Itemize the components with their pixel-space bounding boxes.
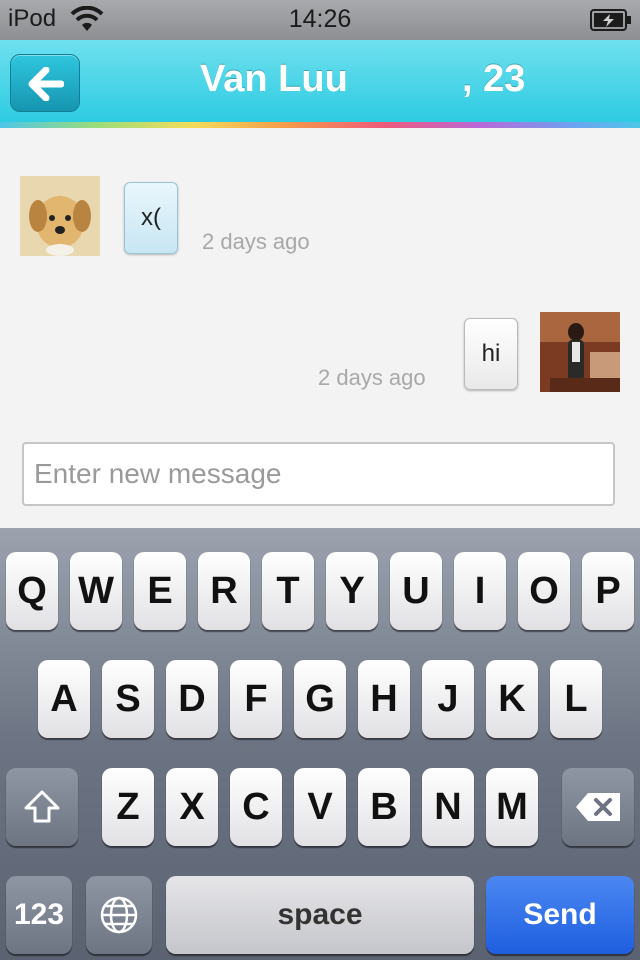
key-s[interactable]: S (102, 660, 154, 738)
key-t[interactable]: T (262, 552, 314, 630)
key-k[interactable]: K (486, 660, 538, 738)
key-x[interactable]: X (166, 768, 218, 846)
key-c[interactable]: C (230, 768, 282, 846)
key-r[interactable]: R (198, 552, 250, 630)
globe-icon (100, 896, 138, 934)
key-e[interactable]: E (134, 552, 186, 630)
space-key[interactable]: space (166, 876, 474, 954)
arrow-left-icon (28, 67, 64, 101)
message-text: hi (481, 340, 501, 367)
user-photo (540, 312, 620, 392)
shift-key[interactable] (6, 768, 78, 846)
key-z[interactable]: Z (102, 768, 154, 846)
key-d[interactable]: D (166, 660, 218, 738)
key-u[interactable]: U (390, 552, 442, 630)
message-text: x( (141, 204, 161, 231)
keyboard: Q W E R T Y U I O P A S D F G H J K L Z … (0, 528, 640, 960)
battery-charging-icon (590, 8, 632, 37)
key-i[interactable]: I (454, 552, 506, 630)
send-button[interactable]: Send (486, 876, 634, 954)
puppy-photo (20, 176, 100, 256)
key-f[interactable]: F (230, 660, 282, 738)
key-l[interactable]: L (550, 660, 602, 738)
key-w[interactable]: W (70, 552, 122, 630)
key-o[interactable]: O (518, 552, 570, 630)
globe-key[interactable] (86, 876, 152, 954)
backspace-icon (576, 793, 620, 821)
back-button[interactable] (10, 54, 80, 112)
key-h[interactable]: H (358, 660, 410, 738)
contact-avatar[interactable] (20, 176, 100, 256)
numbers-key[interactable]: 123 (6, 876, 72, 954)
outgoing-message-bubble[interactable]: hi (464, 318, 518, 390)
nav-bar: Van Luu , 23 (0, 40, 640, 122)
user-avatar[interactable] (540, 312, 620, 392)
message-timestamp: 2 days ago (318, 365, 426, 390)
shift-icon (24, 790, 60, 823)
key-v[interactable]: V (294, 768, 346, 846)
key-j[interactable]: J (422, 660, 474, 738)
key-a[interactable]: A (38, 660, 90, 738)
conversation-age: , 23 (462, 58, 526, 100)
chat-area[interactable]: x( 2 days ago 2 days ago hi (0, 128, 640, 528)
conversation-name: Van Luu (200, 58, 348, 100)
message-timestamp: 2 days ago (202, 229, 310, 254)
incoming-message-bubble[interactable]: x( (124, 182, 178, 254)
key-m[interactable]: M (486, 768, 538, 846)
key-b[interactable]: B (358, 768, 410, 846)
status-time: 14:26 (288, 5, 352, 33)
delete-key[interactable] (562, 768, 634, 846)
key-q[interactable]: Q (6, 552, 58, 630)
key-n[interactable]: N (422, 768, 474, 846)
status-bar: iPod 14:26 (0, 0, 640, 40)
key-y[interactable]: Y (326, 552, 378, 630)
message-input[interactable] (22, 442, 615, 506)
key-g[interactable]: G (294, 660, 346, 738)
key-p[interactable]: P (582, 552, 634, 630)
